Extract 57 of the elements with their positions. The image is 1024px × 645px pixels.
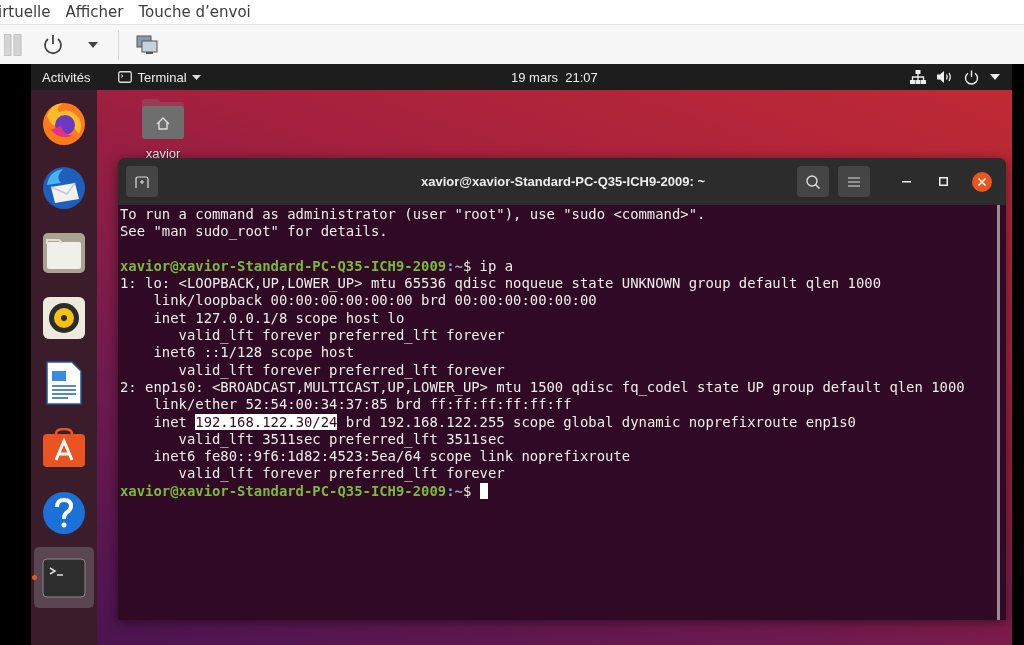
terminal-text: brd 192.168.122.255 scope global dynamic noprefixroute enp1s0	[344, 413, 856, 430]
shopping-bag-icon	[42, 427, 86, 468]
new-tab-icon	[135, 175, 149, 188]
folder-icon	[42, 231, 86, 274]
prompt-user: xavior@xavior-Standard-PC-Q35-ICH9-2009	[120, 482, 447, 499]
menu-item[interactable]: Afficher	[65, 3, 124, 21]
desktop-icon[interactable]: xavior	[141, 98, 185, 161]
caret-icon[interactable]	[88, 41, 98, 48]
clock[interactable]: 19 mars 21:07	[511, 69, 598, 85]
new-tab-button[interactable]	[126, 166, 158, 197]
power-icon[interactable]	[964, 69, 979, 85]
search-button[interactable]	[797, 166, 829, 197]
prompt-user: xavior@xavior-Standard-PC-Q35-ICH9-2009	[120, 256, 447, 276]
maximize-icon[interactable]	[939, 177, 948, 186]
terminal-line: valid_lft forever preferred_lft forever	[177, 465, 506, 483]
close-icon[interactable]	[972, 171, 992, 192]
menu-icon	[848, 176, 860, 187]
caret-icon	[191, 74, 201, 80]
command-text: $ ip a	[462, 257, 514, 276]
terminal-text: inet	[152, 413, 188, 430]
mail-icon	[41, 164, 87, 211]
document-icon	[46, 360, 82, 405]
terminal-line: To run a command as administrator (user "root"), use "sudo <command>".	[120, 206, 707, 224]
terminal-line: valid_lft 3511sec preferred_lft 3511sec	[177, 430, 506, 449]
terminal-line: valid_lft forever preferred_lft forever	[177, 327, 506, 345]
terminal-icon	[118, 71, 133, 83]
terminal-icon	[42, 557, 86, 598]
app-menu[interactable]: Terminal	[118, 69, 201, 85]
menu-button[interactable]	[838, 166, 870, 197]
caret-icon[interactable]	[990, 74, 1000, 80]
power-icon[interactable]	[42, 33, 64, 56]
scrollbar[interactable]	[997, 205, 1000, 620]
terminal-line: inet6 fe80::9f6:1d82:4523:5ea/64 scope link noprefixroute	[152, 448, 632, 466]
prompt-path: :~	[446, 482, 463, 499]
search-icon	[806, 174, 820, 189]
terminal-line: 1: lo: <LOOPBACK,UP,LOWER_UP> mtu 65536 qdisc noqueue state UNKNOWN group default qlen 1000	[120, 275, 883, 293]
volume-icon[interactable]	[937, 70, 953, 84]
selected-text: 192.168.122.30/24	[195, 413, 338, 430]
activities-button[interactable]: Activités	[42, 69, 91, 85]
speaker-icon	[42, 295, 86, 340]
prompt-path: :~	[446, 257, 463, 276]
network-icon[interactable]	[910, 70, 926, 84]
terminal-line: valid_lft forever preferred_lft forever	[177, 361, 506, 379]
terminal-line: inet 127.0.0.1/8 scope host lo	[152, 309, 406, 328]
terminal-line: link/loopback 00:00:00:00:00:00 brd 00:00:00:00:00:00	[152, 292, 598, 310]
terminal-line: inet6 ::1/128 scope host	[152, 344, 356, 362]
home-folder-icon	[141, 98, 185, 140]
terminal-line: link/ether 52:54:00:34:37:85 brd ff:ff:ff:ff:ff:ff	[152, 396, 573, 414]
terminal-line: See "man sudo_root" for details.	[120, 223, 389, 241]
menu-item[interactable]: irtuelle	[0, 3, 51, 21]
terminal-line: 2: enp1s0: <BROADCAST,MULTICAST,UP,LOWER_UP> mtu 1500 qdisc fq_codel state UP group default qlen 1000	[120, 378, 966, 397]
menu-item[interactable]: Touche d’envoi	[138, 3, 251, 21]
command-text: $	[462, 482, 473, 499]
screens-icon[interactable]	[136, 34, 158, 55]
window-title: xavior@xavior-Standard-PC-Q35-ICH9-2009: ~	[420, 174, 706, 189]
minimize-icon[interactable]	[902, 180, 911, 183]
help-icon	[42, 490, 86, 535]
